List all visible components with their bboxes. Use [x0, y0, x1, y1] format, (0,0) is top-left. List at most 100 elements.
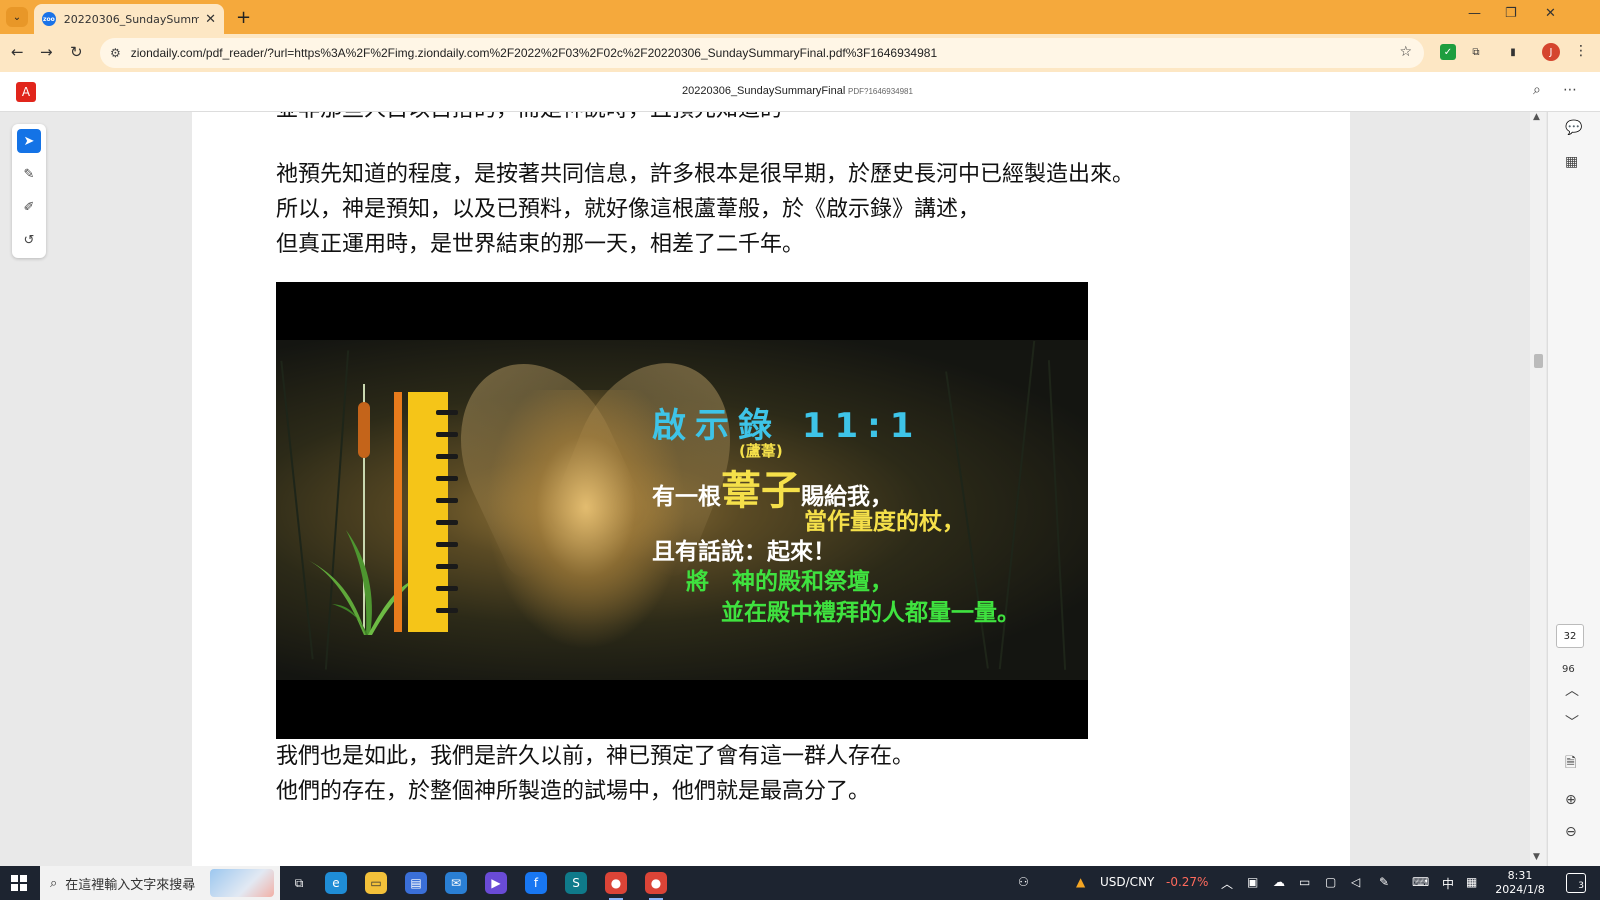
- text-line: 但真正運用時，是世界結束的那一天，相差了二千年。: [276, 232, 805, 257]
- task-view-icon[interactable]: ⧉: [288, 872, 310, 894]
- ruler-tick: [436, 586, 458, 591]
- close-tab-icon[interactable]: ✕: [205, 12, 216, 27]
- ime-indicator[interactable]: 中: [1442, 875, 1454, 892]
- clock-date: 2024/1/8: [1495, 883, 1545, 896]
- slide-line-3: 且有話說：起來！: [652, 539, 836, 565]
- show-hidden-icons-icon[interactable]: ︿: [1221, 875, 1233, 892]
- new-tab-button[interactable]: +: [236, 7, 251, 28]
- reed-silhouette: [1047, 360, 1067, 670]
- page-total: 96: [1562, 664, 1575, 675]
- people-icon[interactable]: ⚇: [1018, 875, 1029, 889]
- acrobat-logo-icon: A: [16, 82, 36, 102]
- omnibox[interactable]: ⚙ ziondaily.com/pdf_reader/?url=https%3A…: [100, 38, 1424, 68]
- slide-line-1-pre: 有一根: [652, 484, 721, 510]
- side-panel-icon[interactable]: ▮: [1505, 44, 1521, 60]
- chrome-profile-icon[interactable]: ●: [605, 872, 627, 900]
- slide-line-4: 將 神的殿和祭壇，: [686, 569, 893, 595]
- extension-check-icon[interactable]: ✓: [1440, 44, 1456, 60]
- address-bar: ← → ↻ ⚙ ziondaily.com/pdf_reader/?url=ht…: [0, 34, 1600, 72]
- annotation-toolbar: ➤ ✎ ✐ ↺: [12, 124, 46, 258]
- measuring-ruler-icon: [408, 392, 448, 632]
- highlight-pen-icon[interactable]: ✐: [17, 195, 41, 219]
- ruler-tick: [436, 564, 458, 569]
- ruler-tick: [436, 454, 458, 459]
- add-comment-icon[interactable]: ✎: [17, 162, 41, 186]
- meet-now-icon[interactable]: ▣: [1247, 875, 1258, 889]
- scroll-up-icon[interactable]: ▲: [1533, 112, 1540, 122]
- close-window-icon[interactable]: ✕: [1545, 6, 1556, 21]
- restore-icon[interactable]: ❐: [1505, 6, 1517, 21]
- lasso-draw-icon[interactable]: ↺: [17, 228, 41, 252]
- slide-image: 啟示錄 11:1 (蘆葦) 有一根葦子賜給我， 當作量度的杖， 且有話說：起來！…: [276, 282, 1088, 739]
- next-page-icon[interactable]: ﹀: [1565, 712, 1579, 732]
- scroll-thumb[interactable]: [1534, 354, 1543, 368]
- clock-time: 8:31: [1507, 869, 1533, 882]
- script-app-icon[interactable]: S: [565, 872, 587, 894]
- tab-search-button[interactable]: ⌄: [6, 7, 28, 27]
- ruler-tick: [436, 432, 458, 437]
- site-info-icon[interactable]: ⚙: [110, 46, 121, 60]
- select-cursor-icon[interactable]: ➤: [17, 129, 41, 153]
- site-favicon-icon: zoo: [42, 12, 56, 26]
- pen-ink-icon[interactable]: ✎: [1379, 875, 1389, 889]
- notification-count: 3: [1578, 881, 1584, 891]
- forward-icon[interactable]: →: [40, 43, 53, 61]
- search-highlight-image: [210, 869, 274, 897]
- media-player-icon[interactable]: ▶: [485, 872, 507, 894]
- tab-bar: ⌄ zoo 20220306_SundaySummaryFinal.pdf ✕ …: [0, 0, 1600, 34]
- thumbnails-grid-icon[interactable]: ▦: [1565, 154, 1578, 170]
- chrome-active-icon[interactable]: ●: [645, 872, 667, 900]
- taskbar-search-placeholder: 在這裡輸入文字來搜尋: [65, 877, 196, 893]
- page-export-icon[interactable]: 🗎: [1565, 752, 1576, 776]
- tab-title: 20220306_SundaySummaryFinal.pdf: [63, 12, 200, 26]
- taskbar-search[interactable]: ⌕ 在這裡輸入文字來搜尋: [40, 866, 280, 900]
- document-subtitle: PDF?1646934981: [848, 87, 913, 96]
- touch-keyboard-icon[interactable]: ⌨: [1412, 875, 1429, 889]
- profile-avatar[interactable]: J: [1542, 43, 1560, 61]
- ruler-tick: [436, 410, 458, 415]
- ruler-tick: [436, 476, 458, 481]
- more-options-icon[interactable]: ⋯: [1563, 82, 1577, 98]
- search-icon[interactable]: ⌕: [1533, 82, 1541, 98]
- slide-title: 啟示錄 11:1: [652, 406, 923, 446]
- battery-icon[interactable]: ▭: [1299, 875, 1310, 889]
- store-icon[interactable]: ▤: [405, 872, 427, 894]
- system-clock[interactable]: 8:31 2024/1/8: [1490, 869, 1550, 897]
- page-number-input[interactable]: 32: [1556, 624, 1584, 648]
- mail-icon[interactable]: ✉: [445, 872, 467, 894]
- network-icon[interactable]: ▢: [1325, 875, 1336, 889]
- fx-change: -0.27%: [1166, 875, 1209, 889]
- file-explorer-icon[interactable]: ▭: [365, 872, 387, 894]
- right-rail: 💬 ▦ 32 96 ︿ ﹀ 🗎 ⊕ ⊖: [1547, 112, 1600, 866]
- ruler-tick: [436, 498, 458, 503]
- facebook-icon[interactable]: f: [525, 872, 547, 894]
- scroll-down-icon[interactable]: ▼: [1533, 852, 1540, 862]
- extensions-puzzle-icon[interactable]: ⧉: [1468, 44, 1484, 60]
- windows-taskbar: ⌕ 在這裡輸入文字來搜尋 ⧉ e ▭ ▤ ✉ ▶ f S ● ● ⚇ ▲ USD…: [0, 866, 1600, 900]
- url-text[interactable]: ziondaily.com/pdf_reader/?url=https%3A%2…: [131, 46, 1371, 60]
- zoom-in-icon[interactable]: ⊕: [1565, 792, 1577, 808]
- ime-mode-icon[interactable]: ▦: [1466, 875, 1477, 889]
- text-line: 並非那些人自以自搭的，而是神説時，且預先知道的: [276, 112, 782, 127]
- slide-line-5: 並在殿中禮拜的人都量一量。: [721, 600, 1020, 626]
- comments-panel-icon[interactable]: 💬: [1565, 120, 1582, 136]
- back-icon[interactable]: ←: [11, 43, 24, 61]
- zoom-out-icon[interactable]: ⊖: [1565, 824, 1577, 840]
- vertical-scrollbar[interactable]: ▲ ▼: [1530, 112, 1546, 866]
- cattail-icon: [358, 402, 370, 458]
- tab-active[interactable]: zoo 20220306_SundaySummaryFinal.pdf ✕: [34, 4, 224, 34]
- prev-page-icon[interactable]: ︿: [1565, 680, 1579, 700]
- windows-start-icon[interactable]: [11, 875, 27, 891]
- volume-icon[interactable]: ◁: [1351, 875, 1360, 889]
- pdf-viewer: 並非那些人自以自搭的，而是神説時，且預先知道的 祂預先知道的程度，是按著共同信息…: [0, 112, 1600, 866]
- edge-browser-icon[interactable]: e: [325, 872, 347, 894]
- onedrive-cloud-icon[interactable]: ☁: [1273, 875, 1285, 889]
- stock-widget-icon[interactable]: ▲: [1076, 875, 1085, 889]
- notification-center-icon[interactable]: 3: [1566, 873, 1586, 893]
- reload-icon[interactable]: ↻: [70, 43, 83, 61]
- browser-menu-icon[interactable]: ⋮: [1574, 43, 1588, 59]
- text-line: 所以，神是預知，以及已預料，就好像這根蘆葦般，於《啟示錄》講述，: [276, 197, 981, 222]
- text-line: 我們也是如此，我們是許久以前，神已預定了會有這一群人存在。: [276, 744, 915, 769]
- bookmark-star-icon[interactable]: ☆: [1399, 44, 1412, 60]
- minimize-icon[interactable]: —: [1468, 6, 1481, 21]
